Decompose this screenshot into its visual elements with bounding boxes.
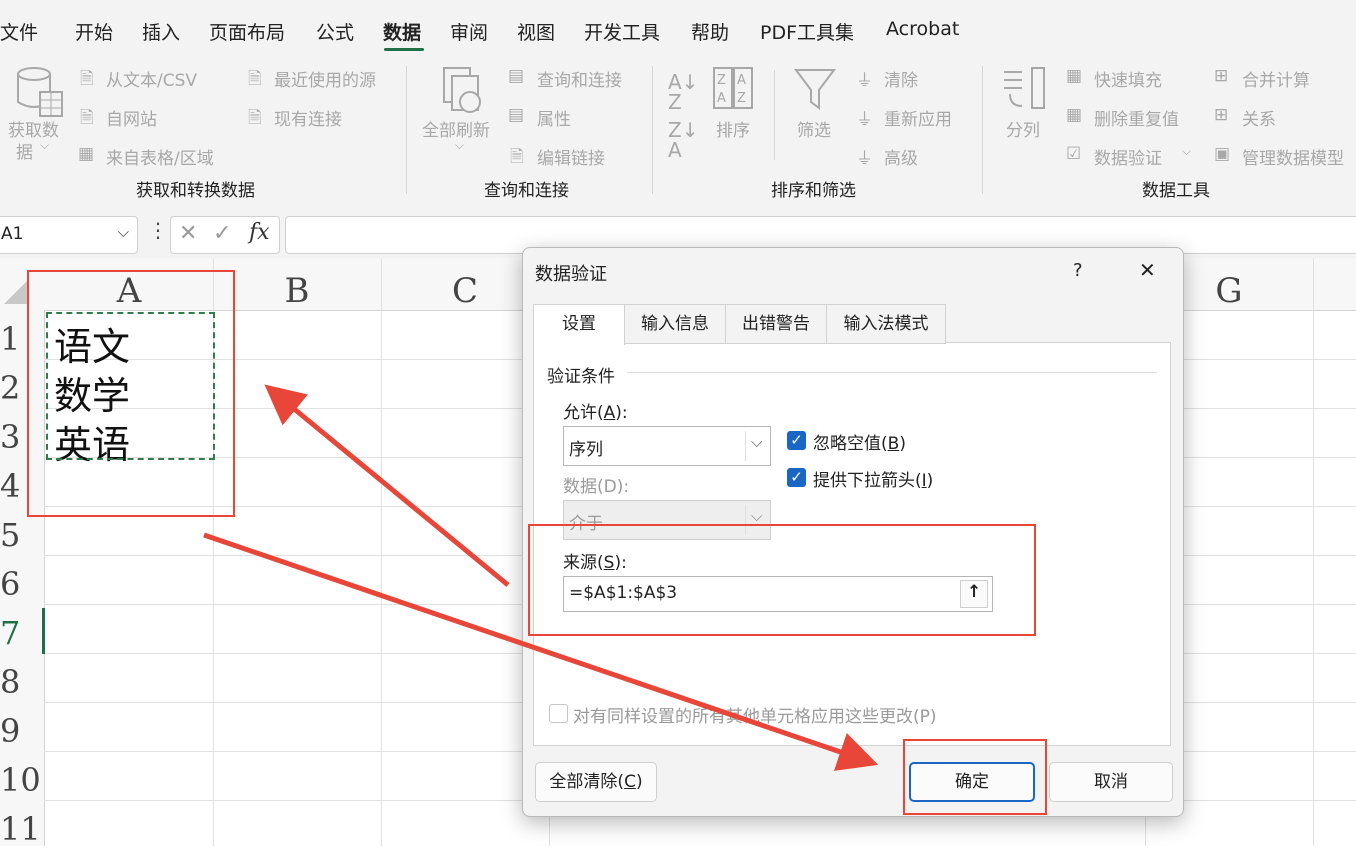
arrow-to-ok-button [203, 532, 879, 771]
arrow-source-to-column-a [264, 384, 510, 587]
annotation-arrows [203, 384, 879, 771]
